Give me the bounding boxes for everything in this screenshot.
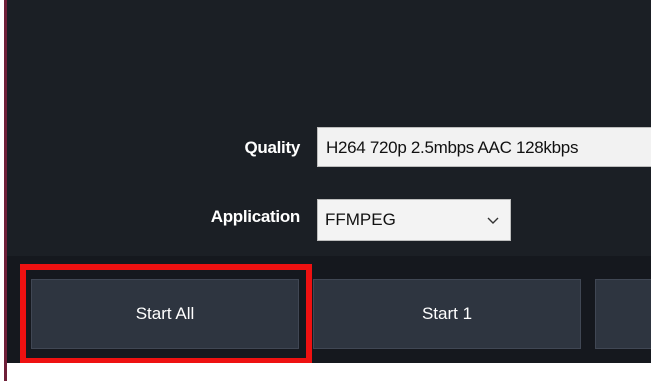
start-all-button[interactable]: Start All (31, 279, 299, 349)
next-action-button[interactable] (595, 279, 651, 349)
start-1-label: Start 1 (421, 304, 473, 323)
application-label: Application (210, 207, 301, 226)
window-bottom (7, 363, 651, 381)
quality-value: H264 720p 2.5mbps AAC 128kbps (326, 138, 579, 157)
start-1-button[interactable]: Start 1 (313, 279, 581, 349)
application-value: FFMPEG (325, 210, 396, 229)
quality-field[interactable]: H264 720p 2.5mbps AAC 128kbps (317, 127, 651, 167)
chevron-down-icon (487, 217, 499, 224)
start-all-label: Start All (135, 304, 195, 323)
application-select[interactable]: FFMPEG (317, 199, 511, 241)
quality-label: Quality (244, 138, 300, 157)
app-window: Quality H264 720p 2.5mbps AAC 128kbps Ap… (0, 0, 651, 381)
